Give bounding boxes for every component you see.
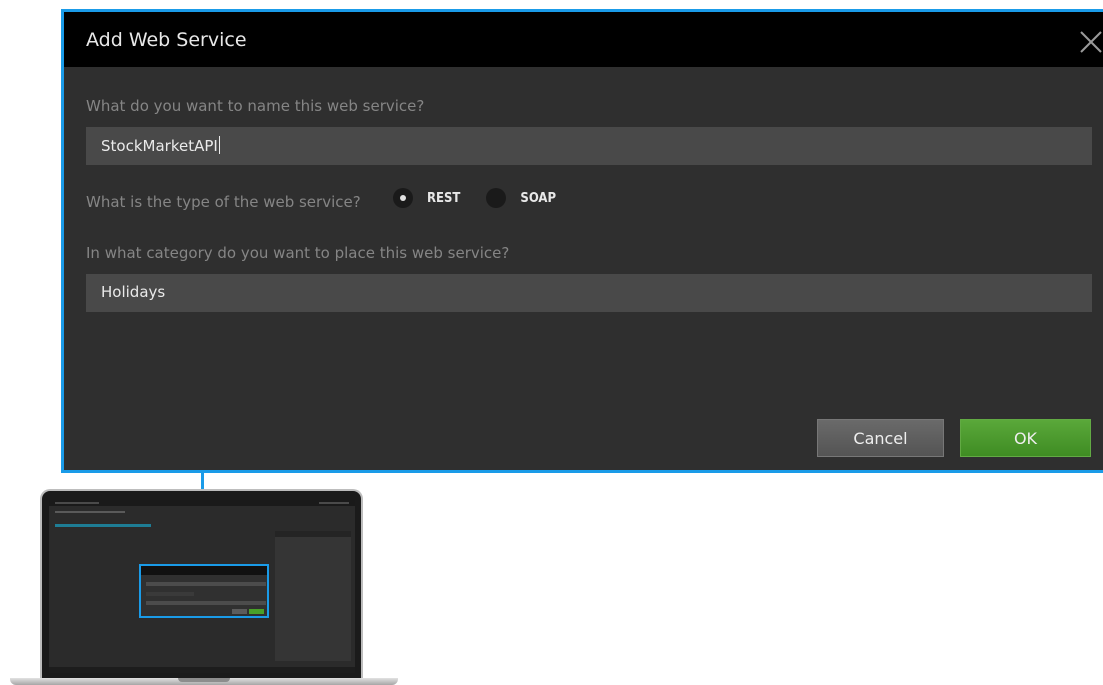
ok-button[interactable]: OK — [960, 419, 1091, 457]
add-web-service-dialog: Add Web Service What do you want to name… — [61, 9, 1103, 473]
type-radio-group: REST SOAP — [393, 188, 582, 208]
thumbnail-tab-bar — [55, 524, 151, 527]
dialog-titlebar: Add Web Service — [64, 12, 1103, 67]
radio-rest[interactable]: REST — [393, 188, 460, 208]
category-prompt: In what category do you want to place th… — [86, 244, 510, 262]
thumbnail-topbar — [49, 500, 355, 506]
close-button[interactable] — [1075, 26, 1103, 54]
radio-unselected-icon — [486, 188, 507, 208]
name-input[interactable]: StockMarketAPI — [86, 127, 1092, 165]
cancel-button[interactable]: Cancel — [817, 419, 944, 457]
dialog-title: Add Web Service — [86, 29, 247, 51]
radio-selected-icon — [393, 188, 413, 208]
laptop-screen — [49, 500, 355, 673]
category-input-value: Holidays — [101, 283, 166, 301]
close-icon — [1080, 31, 1102, 53]
thumbnail-side-panel — [275, 531, 351, 661]
thumbnail-dialog — [139, 564, 269, 618]
name-input-value: StockMarketAPI — [101, 137, 218, 155]
text-caret — [218, 136, 220, 154]
name-prompt: What do you want to name this web servic… — [86, 97, 425, 115]
radio-soap-label: SOAP — [520, 190, 557, 206]
type-prompt: What is the type of the web service? — [86, 193, 361, 211]
laptop-notch — [178, 678, 230, 682]
radio-soap[interactable]: SOAP — [486, 188, 556, 208]
category-input[interactable]: Holidays — [86, 274, 1092, 312]
laptop-thumbnail — [40, 489, 363, 678]
radio-rest-label: REST — [427, 190, 461, 206]
thumbnail-subtitle — [55, 511, 125, 513]
